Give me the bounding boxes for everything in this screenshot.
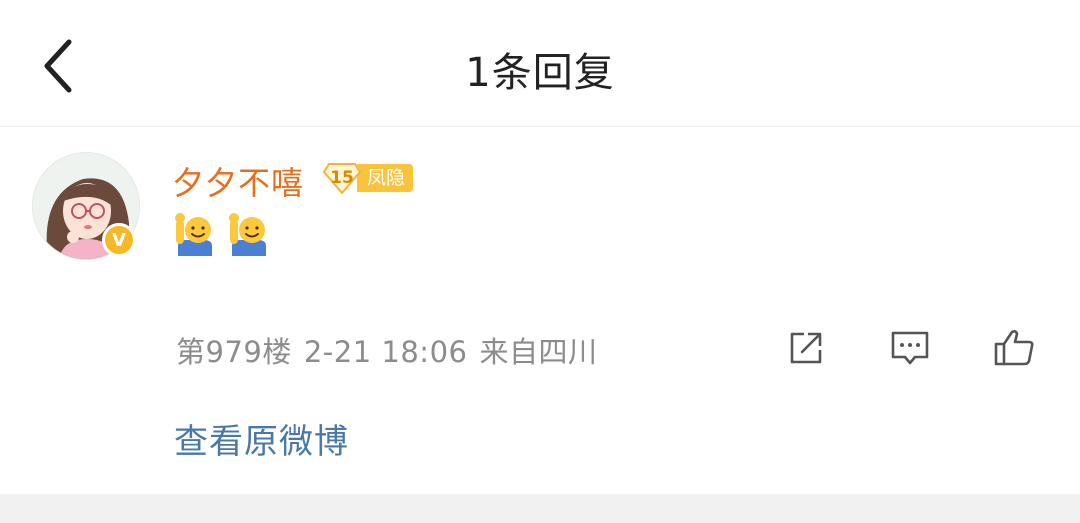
like-icon <box>994 330 1034 366</box>
share-icon <box>790 332 822 364</box>
comment-meta: 第979楼 2-21 18:06 来自四川 <box>176 329 609 371</box>
page-title: 1条回复 <box>465 50 615 96</box>
badge-label: 凤隐 <box>357 164 414 192</box>
section-divider <box>0 494 1080 523</box>
timestamp: 2-21 18:06 <box>303 335 468 369</box>
raising-hand-emoji <box>175 213 212 256</box>
view-original-link[interactable]: 查看原微博 <box>174 414 349 463</box>
comment-content <box>174 212 270 256</box>
level-number: 15 <box>330 168 354 188</box>
floor-number: 第979楼 <box>176 335 292 369</box>
user-level-badge[interactable]: 15 凤隐 <box>323 162 414 194</box>
like-button[interactable] <box>991 325 1037 371</box>
share-button[interactable] <box>783 325 829 371</box>
top-bar: 1条回复 <box>0 0 1080 127</box>
username[interactable]: 夕夕不嘻 <box>172 158 304 204</box>
raising-hand-emoji <box>229 213 266 256</box>
comment-icon <box>891 331 929 365</box>
verified-badge: V <box>102 223 136 257</box>
location: 来自四川 <box>479 335 598 369</box>
comment-button[interactable] <box>887 325 933 371</box>
level-indicator: 15 <box>323 162 361 194</box>
